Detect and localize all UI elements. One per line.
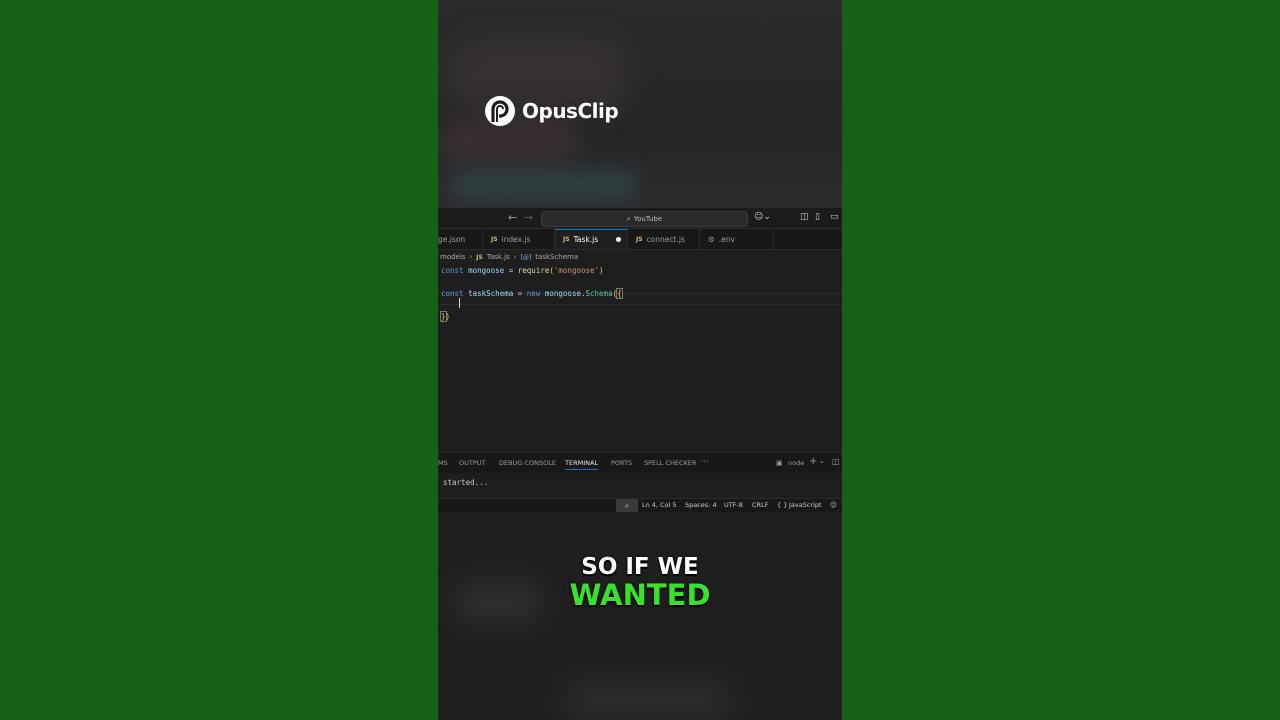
forward-arrow-icon[interactable]: →: [524, 211, 533, 224]
indentation[interactable]: Spaces: 4: [685, 501, 717, 509]
add-terminal-icon[interactable]: +: [809, 456, 817, 467]
text-cursor: [459, 298, 460, 308]
video-panel: OpusClip ← → ⌕ YouTube ☺⌄ ◫ ▯ ▭ ge.json …: [438, 0, 842, 720]
chevron-down-icon[interactable]: ⌄: [819, 457, 825, 465]
js-file-icon: JS: [491, 235, 498, 243]
tab-env[interactable]: ⚙ .env: [700, 229, 774, 249]
zoom-icon[interactable]: ⌕: [616, 499, 638, 513]
terminal-name[interactable]: node: [788, 459, 804, 467]
brand-name: OpusClip: [522, 99, 619, 123]
terminal-output: started...: [443, 478, 489, 487]
search-text: YouTube: [633, 215, 663, 223]
tab-package-json[interactable]: ge.json: [438, 229, 483, 249]
caption-line-1: SO IF WE: [581, 554, 699, 580]
tab-label: ge.json: [438, 234, 466, 244]
chevron-right-icon: ›: [513, 253, 517, 261]
breadcrumb: models › JS Task.js › [@] taskSchema: [440, 253, 578, 261]
split-terminal-icon[interactable]: ◫: [832, 457, 840, 466]
code-area[interactable]: const mongoose = require('mongoose') con…: [440, 265, 623, 323]
tab-task-js[interactable]: JS Task.js: [555, 229, 628, 249]
code-line-1: const mongoose = require('mongoose'): [441, 266, 604, 275]
breadcrumb-folder[interactable]: models: [440, 253, 465, 261]
opusclip-logo: OpusClip: [484, 95, 619, 127]
blurred-background-bottom: [438, 512, 842, 720]
tab-label: .env: [718, 234, 735, 244]
tab-label: connect.js: [646, 234, 685, 244]
caption-line-2: WANTED: [569, 578, 711, 612]
variable-symbol-icon: [@]: [520, 253, 532, 261]
breadcrumb-file[interactable]: Task.js: [487, 253, 510, 261]
tab-index-js[interactable]: JS index.js: [483, 229, 555, 249]
panel-tab-bar: MS OUTPUT DEBUG CONSOLE TERMINAL PORTS S…: [438, 452, 842, 473]
tab-label: index.js: [501, 234, 531, 244]
toggle-panel-icon[interactable]: ▯: [815, 212, 820, 222]
tab-label: Task.js: [573, 235, 599, 244]
tab-problems[interactable]: MS: [438, 459, 448, 467]
cursor-position[interactable]: Ln 4, Col 5: [642, 501, 677, 509]
chevron-right-icon: ›: [469, 253, 473, 261]
tab-spell-checker[interactable]: SPELL CHECKER: [644, 459, 696, 467]
opusclip-logo-icon: [485, 96, 515, 126]
terminal-icon[interactable]: ▣: [776, 459, 783, 467]
tab-output[interactable]: OUTPUT: [459, 459, 486, 467]
js-file-icon: JS: [636, 235, 643, 243]
tab-terminal[interactable]: TERMINAL: [565, 459, 599, 470]
language-icon: { }: [777, 501, 788, 509]
tab-ports[interactable]: PORTS: [611, 459, 632, 467]
layout-icon[interactable]: ▭: [830, 212, 839, 222]
line-ending[interactable]: CRLF: [752, 501, 768, 509]
js-file-icon: JS: [563, 236, 570, 243]
command-center-search[interactable]: ⌕ YouTube: [541, 211, 748, 227]
code-editor-window: ← → ⌕ YouTube ☺⌄ ◫ ▯ ▭ ge.json JS index.…: [438, 208, 842, 513]
tab-connect-js[interactable]: JS connect.js: [628, 229, 700, 249]
status-bar: ⌕ Ln 4, Col 5 Spaces: 4 UTF-8 CRLF { } J…: [438, 498, 842, 513]
back-arrow-icon[interactable]: ←: [508, 211, 517, 224]
tab-debug-console[interactable]: DEBUG CONSOLE: [499, 459, 556, 467]
copilot-icon[interactable]: ☺⌄: [754, 212, 771, 222]
code-line-5: }): [440, 311, 451, 322]
breadcrumb-symbol[interactable]: taskSchema: [535, 253, 578, 261]
unsaved-dot-icon[interactable]: [616, 237, 621, 242]
encoding[interactable]: UTF-8: [724, 501, 743, 509]
search-icon: ⌕: [626, 214, 631, 223]
more-icon[interactable]: ···: [701, 457, 709, 466]
gear-icon: ⚙: [708, 234, 715, 244]
copilot-status-icon[interactable]: ☺: [830, 501, 837, 509]
language-mode[interactable]: JavaScript: [789, 501, 822, 509]
toggle-sidebar-icon[interactable]: ◫: [800, 212, 809, 222]
title-bar: ← → ⌕ YouTube ☺⌄ ◫ ▯ ▭: [438, 208, 842, 229]
code-line-3: const taskSchema = new mongoose.Schema({: [441, 288, 623, 299]
editor-tabs: ge.json JS index.js JS Task.js JS connec…: [438, 229, 842, 250]
js-file-icon: JS: [476, 253, 483, 261]
